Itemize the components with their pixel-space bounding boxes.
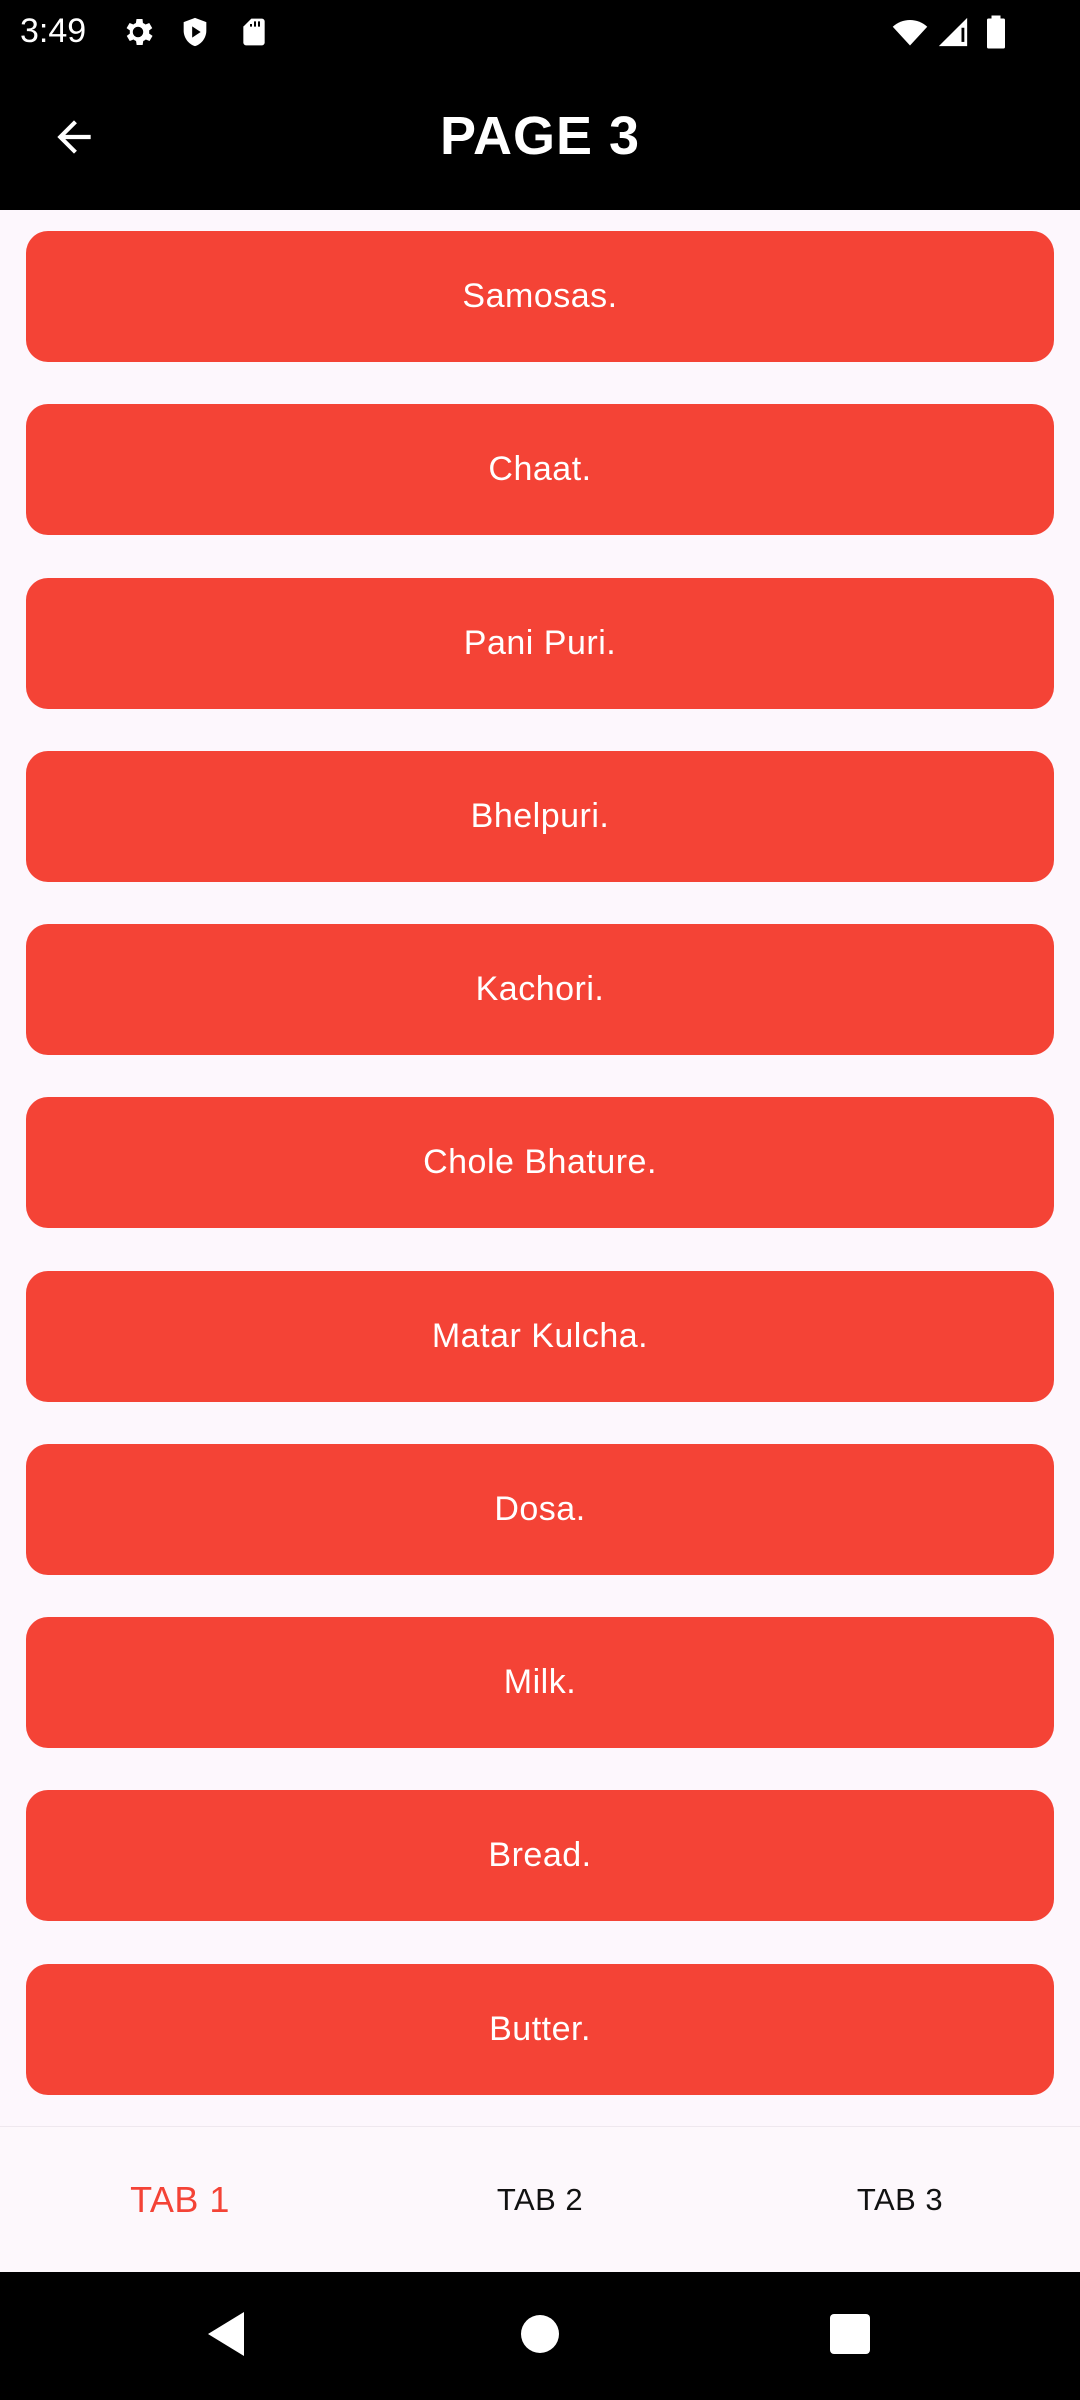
tab-bar: TAB 1 TAB 2 TAB 3 — [0, 2126, 1080, 2273]
signal-icon — [936, 14, 970, 55]
battery-icon — [984, 14, 1008, 55]
food-button-label: Bhelpuri. — [470, 797, 610, 835]
tab-3-label: TAB 3 — [856, 2182, 944, 2217]
triangle-back-icon — [204, 2310, 248, 2363]
food-button-label: Milk. — [503, 1663, 577, 1701]
food-button-dosa[interactable]: Dosa. — [26, 1444, 1054, 1575]
tab-1-label: TAB 1 — [130, 2179, 230, 2220]
food-button-label: Butter. — [489, 2010, 591, 2048]
food-button-milk[interactable]: Milk. — [26, 1617, 1054, 1748]
circle-home-icon — [519, 2313, 561, 2360]
shield-icon — [178, 14, 212, 55]
status-bar: 3:49 — [0, 0, 1080, 63]
nav-back-button[interactable] — [184, 2294, 268, 2378]
food-button-label: Pani Puri. — [463, 624, 617, 662]
page-title: PAGE 3 — [439, 106, 641, 166]
square-recents-icon — [829, 2313, 871, 2360]
food-button-bhelpuri[interactable]: Bhelpuri. — [26, 751, 1054, 882]
food-button-butter[interactable]: Butter. — [26, 1964, 1054, 2095]
tab-3[interactable]: TAB 3 — [720, 2127, 1080, 2273]
system-nav-bar — [0, 2272, 1080, 2400]
gear-icon — [120, 14, 156, 55]
food-button-pani-puri[interactable]: Pani Puri. — [26, 578, 1054, 709]
food-button-label: Kachori. — [475, 970, 605, 1008]
wifi-icon — [890, 14, 930, 55]
food-button-label: Chole Bhature. — [423, 1143, 657, 1181]
food-button-chaat[interactable]: Chaat. — [26, 404, 1054, 535]
food-button-label: Matar Kulcha. — [431, 1317, 649, 1355]
nav-recents-button[interactable] — [808, 2294, 892, 2378]
food-button-kachori[interactable]: Kachori. — [26, 924, 1054, 1055]
food-button-label: Bread. — [488, 1836, 592, 1874]
nav-home-button[interactable] — [498, 2294, 582, 2378]
food-button-bread[interactable]: Bread. — [26, 1790, 1054, 1921]
tab-2-label: TAB 2 — [496, 2182, 584, 2217]
food-button-samosas[interactable]: Samosas. — [26, 231, 1054, 362]
status-time: 3:49 — [20, 12, 87, 50]
food-list[interactable]: Samosas. Chaat. Pani Puri. Bhelpuri. Kac… — [0, 210, 1080, 2126]
food-button-label: Chaat. — [488, 450, 592, 488]
food-button-label: Samosas. — [462, 277, 618, 315]
tab-1[interactable]: TAB 1 — [0, 2127, 360, 2273]
food-button-label: Dosa. — [494, 1490, 586, 1528]
app-bar: PAGE 3 — [0, 63, 1080, 210]
food-button-chole-bhature[interactable]: Chole Bhature. — [26, 1097, 1054, 1228]
food-button-matar-kulcha[interactable]: Matar Kulcha. — [26, 1271, 1054, 1402]
sd-card-icon — [238, 14, 270, 55]
tab-2[interactable]: TAB 2 — [360, 2127, 720, 2273]
